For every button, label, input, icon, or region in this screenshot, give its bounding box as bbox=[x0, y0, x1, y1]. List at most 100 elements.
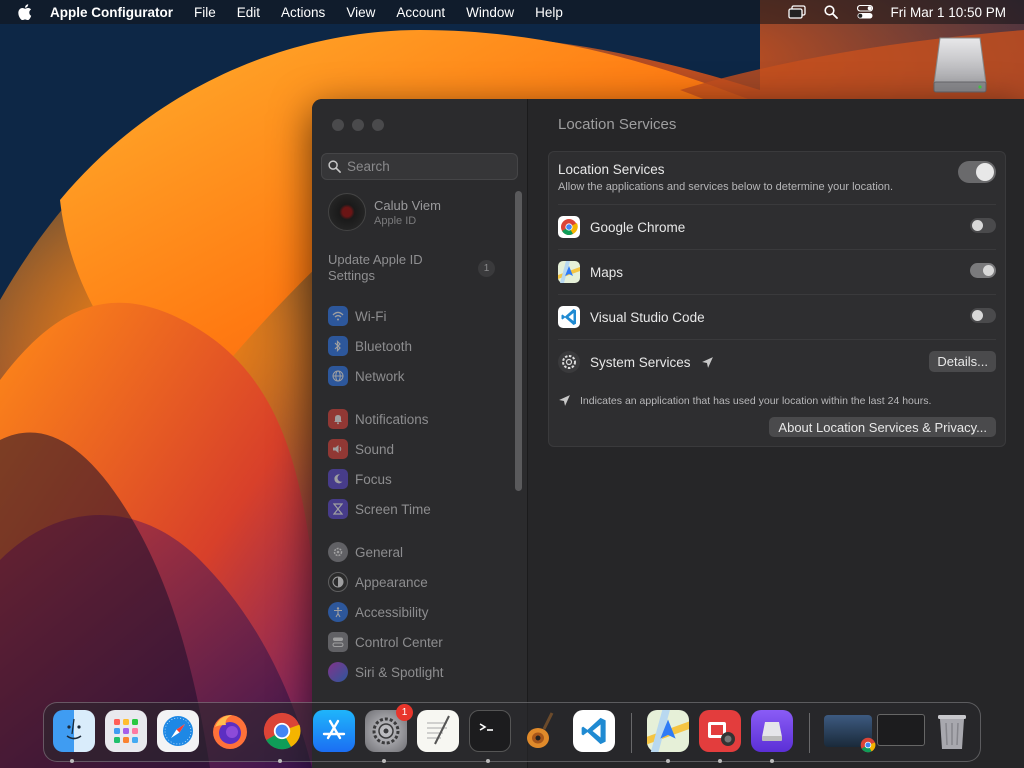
close-window-button[interactable] bbox=[332, 119, 344, 131]
moon-icon bbox=[328, 469, 348, 489]
settings-content: Location Services Location Services Allo… bbox=[528, 99, 1024, 768]
globe-icon bbox=[328, 366, 348, 386]
location-arrow-icon bbox=[559, 395, 570, 406]
sidebar-item-appearance[interactable]: Appearance bbox=[328, 571, 428, 593]
control-center-icon[interactable] bbox=[856, 4, 874, 20]
sidebar-item-siri-spotlight[interactable]: Siri & Spotlight bbox=[328, 661, 444, 683]
trash-icon[interactable] bbox=[931, 710, 973, 752]
page-title: Location Services bbox=[558, 116, 677, 133]
sidebar-item-wifi[interactable]: Wi-Fi bbox=[328, 305, 386, 327]
sidebar-item-control-center[interactable]: Control Center bbox=[328, 631, 443, 653]
system-services-label: System Services bbox=[590, 354, 691, 370]
system-services-details-button[interactable]: Details... bbox=[929, 351, 996, 372]
app-label: Maps bbox=[590, 264, 624, 280]
chrome-icon[interactable] bbox=[261, 710, 303, 752]
location-footnote: Indicates an application that has used y… bbox=[558, 394, 931, 407]
zoom-window-button[interactable] bbox=[372, 119, 384, 131]
external-drive-icon[interactable] bbox=[932, 36, 988, 94]
system-settings-badge: 1 bbox=[396, 704, 413, 721]
sidebar-search-input[interactable]: Search bbox=[321, 153, 518, 180]
sidebar-item-label: Bluetooth bbox=[355, 338, 413, 354]
search-placeholder: Search bbox=[347, 159, 390, 174]
sidebar-item-notifications[interactable]: Notifications bbox=[328, 408, 429, 430]
update-badge: 1 bbox=[478, 260, 495, 277]
minimize-window-button[interactable] bbox=[352, 119, 364, 131]
photo-booth-icon[interactable] bbox=[699, 710, 741, 752]
footnote-text: Indicates an application that has used y… bbox=[580, 394, 932, 407]
sidebar-scrollbar[interactable] bbox=[515, 191, 522, 491]
preview-window-icon[interactable] bbox=[824, 715, 876, 753]
vscode-location-toggle[interactable] bbox=[970, 308, 996, 323]
sidebar-item-label: Sound bbox=[355, 441, 395, 457]
menu-edit[interactable]: Edit bbox=[237, 5, 260, 20]
sidebar-item-bluetooth[interactable]: Bluetooth bbox=[328, 335, 412, 357]
menu-app-name[interactable]: Apple Configurator bbox=[50, 5, 173, 20]
apple-configurator-icon[interactable] bbox=[751, 710, 793, 752]
finder-icon[interactable] bbox=[53, 710, 95, 752]
system-services-row: System Services Details... bbox=[558, 339, 996, 384]
sidebar-item-general[interactable]: General bbox=[328, 541, 403, 563]
screen-mirroring-icon[interactable] bbox=[788, 4, 807, 20]
sidebar-item-label: Screen Time bbox=[355, 501, 431, 517]
bell-icon bbox=[328, 409, 348, 429]
sidebar-item-label: General bbox=[355, 544, 404, 560]
dock: 1 bbox=[43, 702, 981, 763]
vscode-icon[interactable] bbox=[573, 710, 615, 752]
app-label: Google Chrome bbox=[590, 219, 686, 235]
system-settings-window: Search Calub Viem Apple ID Update Apple … bbox=[312, 99, 1024, 768]
siri-icon bbox=[328, 662, 348, 682]
vscode-icon bbox=[558, 306, 580, 328]
menu-actions[interactable]: Actions bbox=[281, 5, 325, 20]
gear-icon bbox=[328, 542, 348, 562]
location-arrow-icon bbox=[701, 356, 713, 368]
avatar bbox=[328, 193, 366, 231]
sidebar-item-sound[interactable]: Sound bbox=[328, 438, 394, 460]
system-settings-icon[interactable]: 1 bbox=[365, 704, 413, 752]
accessibility-icon bbox=[328, 602, 348, 622]
app-label: Visual Studio Code bbox=[590, 309, 705, 325]
about-location-services-button[interactable]: About Location Services & Privacy... bbox=[769, 417, 996, 437]
update-apple-id-settings[interactable]: Update Apple ID Settings bbox=[328, 252, 448, 284]
sidebar-item-label: Control Center bbox=[355, 634, 443, 650]
apple-menu-icon[interactable] bbox=[18, 3, 36, 21]
apple-id-profile[interactable]: Calub Viem Apple ID bbox=[328, 193, 441, 231]
maps-location-toggle[interactable] bbox=[970, 263, 996, 278]
location-services-description: Allow the applications and services belo… bbox=[558, 181, 894, 193]
appearance-icon bbox=[328, 572, 348, 592]
menu-window[interactable]: Window bbox=[466, 5, 514, 20]
safari-icon[interactable] bbox=[157, 710, 199, 752]
sidebar-item-accessibility[interactable]: Accessibility bbox=[328, 601, 429, 623]
settings-sidebar: Search Calub Viem Apple ID Update Apple … bbox=[312, 99, 528, 768]
menu-bar-clock[interactable]: Fri Mar 1 10:50 PM bbox=[890, 5, 1006, 20]
menu-account[interactable]: Account bbox=[396, 5, 445, 20]
sidebar-item-focus[interactable]: Focus bbox=[328, 468, 392, 490]
location-app-row-chrome: Google Chrome bbox=[558, 204, 996, 249]
sidebar-item-screen-time[interactable]: Screen Time bbox=[328, 498, 431, 520]
app-store-icon[interactable] bbox=[313, 710, 355, 752]
location-services-panel: Location Services Allow the applications… bbox=[548, 151, 1006, 447]
menu-help[interactable]: Help bbox=[535, 5, 563, 20]
maps-icon[interactable] bbox=[647, 710, 689, 752]
menu-view[interactable]: View bbox=[346, 5, 375, 20]
search-icon bbox=[328, 160, 341, 173]
sidebar-item-label: Appearance bbox=[355, 574, 428, 590]
sidebar-item-label: Wi-Fi bbox=[355, 308, 387, 324]
sidebar-item-label: Notifications bbox=[355, 411, 429, 427]
firefox-icon[interactable] bbox=[209, 710, 251, 752]
menu-file[interactable]: File bbox=[194, 5, 216, 20]
launchpad-icon[interactable] bbox=[105, 710, 147, 752]
wifi-icon bbox=[328, 306, 348, 326]
spotlight-search-icon[interactable] bbox=[822, 4, 840, 20]
chrome-location-toggle[interactable] bbox=[970, 218, 996, 233]
sidebar-item-label: Siri & Spotlight bbox=[355, 664, 444, 680]
profile-subtitle: Apple ID bbox=[374, 214, 417, 227]
sidebar-item-network[interactable]: Network bbox=[328, 365, 405, 387]
location-app-row-vscode: Visual Studio Code bbox=[558, 294, 996, 339]
garageband-icon[interactable] bbox=[521, 710, 563, 752]
location-services-toggle[interactable] bbox=[958, 161, 996, 183]
system-services-gear-icon bbox=[558, 351, 580, 373]
hourglass-icon bbox=[328, 499, 348, 519]
terminal-icon[interactable] bbox=[469, 710, 511, 752]
window-thumbnail-icon[interactable] bbox=[877, 714, 925, 746]
textedit-icon[interactable] bbox=[417, 710, 459, 752]
